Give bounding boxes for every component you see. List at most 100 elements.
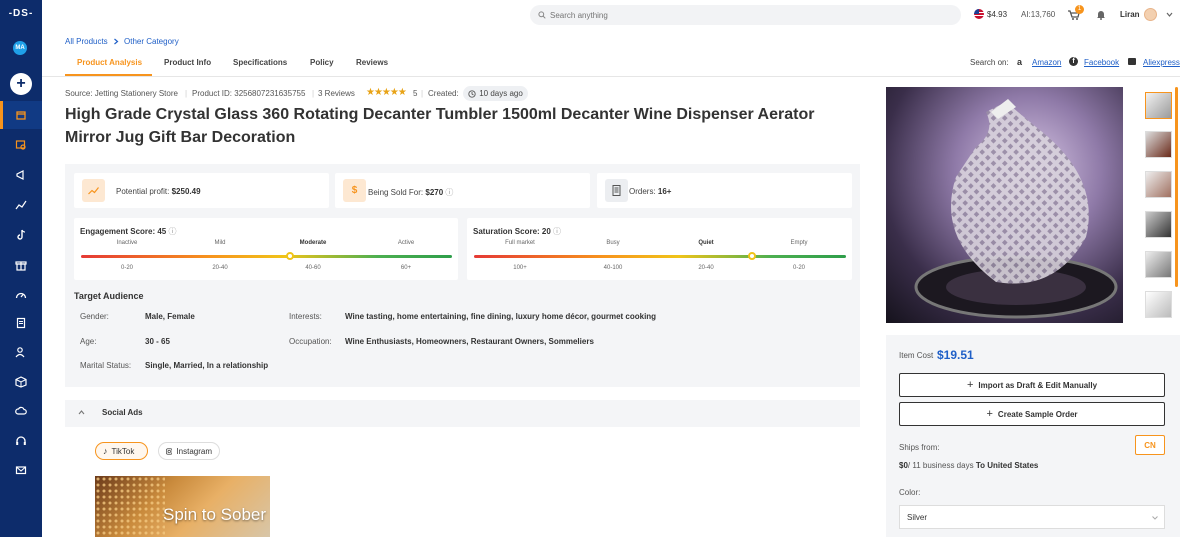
tab-reviews[interactable]: Reviews (356, 58, 388, 67)
engagement-range: 0-20 (120, 265, 133, 271)
sidebar-item-store[interactable] (0, 101, 42, 129)
sidebar-item-support[interactable] (0, 427, 42, 455)
sidebar: -DS- MA + (0, 0, 42, 537)
bell-icon[interactable] (1096, 9, 1106, 20)
instagram-icon (166, 447, 173, 455)
meta-separator: | (421, 89, 424, 98)
ad-video-caption: Spin to Sober (163, 505, 267, 524)
potential-profit-card: Potential profit: $250.49 (74, 173, 329, 208)
thumbnail-scrollbar[interactable] (1175, 87, 1178, 287)
account-balance[interactable]: $4.93 (987, 10, 1007, 19)
workspace-avatar[interactable]: MA (13, 41, 27, 55)
sidebar-item-messages[interactable] (0, 456, 42, 484)
clipboard-icon (16, 317, 26, 329)
ships-from-cn-button[interactable]: CN (1135, 435, 1165, 455)
thumbnail-1[interactable] (1145, 92, 1172, 119)
engagement-level-moderate: Moderate (299, 240, 327, 246)
info-icon[interactable]: ⓘ (168, 227, 176, 236)
add-button[interactable]: + (10, 73, 32, 95)
tab-specifications[interactable]: Specifications (233, 58, 287, 67)
app-logo[interactable]: -DS- (0, 8, 42, 19)
occupation-value: Wine Enthusiasts, Homeowners, Restaurant… (345, 337, 594, 346)
import-draft-label: Import as Draft & Edit Manually (978, 380, 1098, 390)
engagement-range: 60+ (400, 265, 412, 271)
saturation-score-title: Saturation Score: 20 ⓘ (473, 227, 562, 236)
rating-stars-icon: ★★★★★ (366, 87, 407, 98)
active-tab-indicator (65, 74, 152, 76)
thumbnail-6[interactable] (1145, 291, 1172, 318)
chevron-down-icon[interactable] (1166, 12, 1173, 17)
interests-value: Wine tasting, home entertaining, fine di… (345, 312, 657, 321)
ships-from-label: Ships from: (899, 443, 940, 452)
product-analysis-panel: Potential profit: $250.49 $ Being Sold F… (65, 164, 860, 387)
search-facebook-link[interactable]: Facebook (1084, 58, 1119, 67)
tab-product-analysis[interactable]: Product Analysis (77, 58, 142, 67)
ad-video-thumbnail[interactable]: Spin to Sober (95, 476, 270, 537)
chart-icon (15, 200, 27, 210)
saturation-range: 0-20 (792, 265, 805, 271)
thumbnail-5[interactable] (1145, 251, 1172, 278)
sidebar-item-ads[interactable] (0, 161, 42, 189)
sidebar-item-analytics[interactable] (0, 191, 42, 219)
sidebar-item-tiktok[interactable] (0, 221, 42, 249)
sidebar-item-orders[interactable] (0, 309, 42, 337)
interests-label: Interests: (289, 312, 322, 321)
social-ads-header[interactable]: Social Ads (65, 400, 860, 427)
sidebar-item-influencers[interactable] (0, 338, 42, 366)
tab-product-info[interactable]: Product Info (164, 58, 211, 67)
info-icon[interactable]: ⓘ (445, 188, 453, 197)
global-search[interactable] (530, 5, 961, 25)
created-label: Created: (428, 89, 459, 98)
thumbnail-2[interactable] (1145, 131, 1172, 158)
ad-video-pattern (95, 476, 165, 537)
search-input[interactable] (550, 10, 930, 20)
user-name[interactable]: Liran (1120, 10, 1140, 19)
sidebar-item-gifts[interactable] (0, 251, 42, 279)
create-sample-order-label: Create Sample Order (997, 409, 1078, 419)
sidebar-item-product-search[interactable] (0, 131, 42, 159)
cart-badge: 1 (1075, 5, 1084, 14)
thumbnail-4[interactable] (1145, 211, 1172, 238)
tabs-divider (42, 76, 1180, 77)
product-id: Product ID: 3256807231635755 (192, 89, 306, 98)
saturation-level-busy: Busy (606, 240, 620, 246)
chevron-up-icon[interactable] (78, 410, 85, 415)
engagement-level-active: Active (397, 240, 415, 246)
sidebar-item-fulfillment[interactable] (0, 368, 42, 396)
color-select-value: Silver (907, 512, 928, 522)
import-draft-button[interactable]: + Import as Draft & Edit Manually (899, 373, 1165, 397)
tiktok-filter-button[interactable]: ♪ TikTok (95, 442, 148, 460)
search-amazon-link[interactable]: Amazon (1032, 58, 1061, 67)
tab-policy[interactable]: Policy (310, 58, 334, 67)
product-source: Source: Jetting Stationery Store (65, 89, 178, 98)
plus-icon: + (966, 379, 974, 391)
marital-status-label: Marital Status: (80, 361, 132, 370)
user-avatar[interactable] (1144, 8, 1157, 21)
search-aliexpress-link[interactable]: Aliexpress (1143, 58, 1180, 67)
create-sample-order-button[interactable]: + Create Sample Order (899, 402, 1165, 426)
sidebar-item-performance[interactable] (0, 281, 42, 309)
shipping-info: $0/ 11 business days To United States (899, 461, 1038, 470)
color-select[interactable]: Silver (899, 505, 1165, 529)
store-icon (16, 111, 26, 120)
occupation-label: Occupation: (289, 337, 332, 346)
chevron-right-icon (114, 38, 119, 45)
product-search-icon (15, 140, 26, 150)
breadcrumb-all-products[interactable]: All Products (65, 37, 108, 46)
breadcrumb-other-category[interactable]: Other Category (124, 37, 179, 46)
ai-credits[interactable]: AI:13,760 (1021, 10, 1055, 19)
clock-icon (468, 89, 476, 98)
aliexpress-icon (1128, 58, 1136, 65)
thumbnail-3[interactable] (1145, 171, 1172, 198)
info-icon[interactable]: ⓘ (553, 227, 561, 236)
reviews-count-link[interactable]: 3 Reviews (318, 89, 355, 98)
engagement-level-mild: Mild (214, 240, 226, 246)
sidebar-item-import[interactable] (0, 397, 42, 425)
saturation-score-card: Saturation Score: 20 ⓘ Full market Busy … (467, 218, 852, 280)
product-main-image[interactable] (886, 87, 1123, 323)
potential-profit: Potential profit: $250.49 (116, 187, 201, 196)
meta-separator: | (312, 89, 315, 98)
instagram-filter-button[interactable]: Instagram (158, 442, 220, 460)
megaphone-icon (16, 170, 24, 180)
social-ads-title: Social Ads (102, 408, 143, 417)
